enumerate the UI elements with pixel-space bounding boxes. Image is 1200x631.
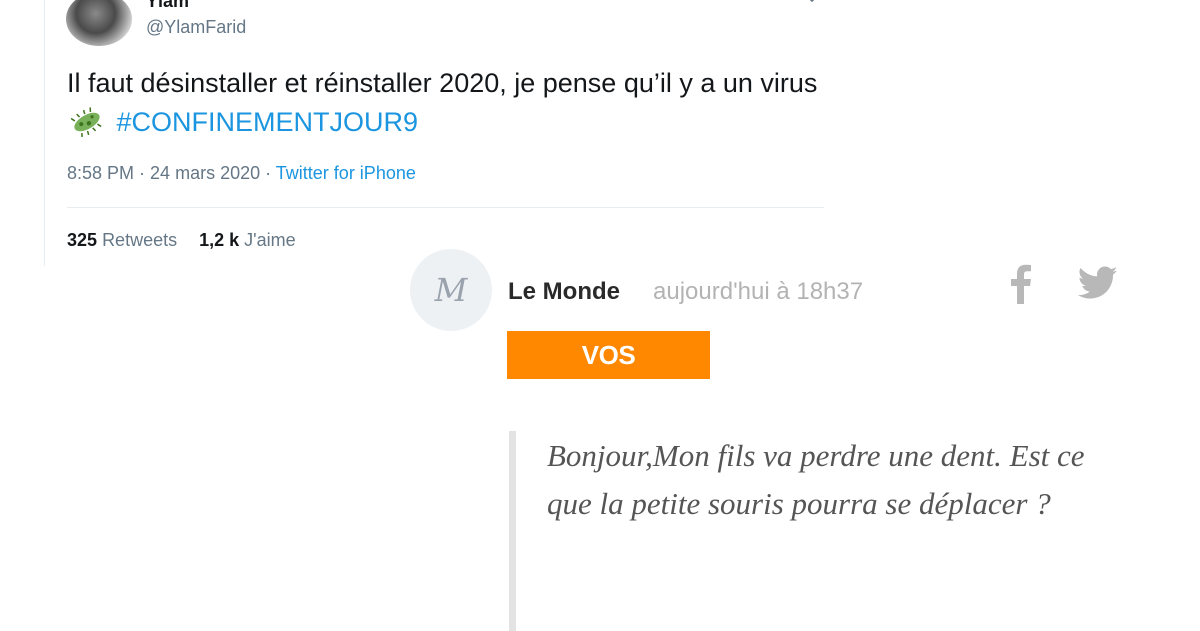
author-name[interactable]: Le Monde bbox=[508, 278, 620, 306]
section-badge[interactable]: VOS QUESTIONS bbox=[507, 331, 710, 418]
retweets-label: Retweets bbox=[102, 230, 178, 250]
lemonde-logo-letter: M bbox=[434, 271, 468, 309]
tweet-text: Il faut désinstaller et réinstaller 2020… bbox=[67, 64, 827, 142]
user-avatar[interactable] bbox=[66, 0, 132, 46]
microbe-icon bbox=[70, 107, 102, 137]
facebook-icon[interactable] bbox=[1006, 264, 1036, 304]
retweets-count: 325 bbox=[67, 230, 98, 250]
twitter-icon[interactable] bbox=[1078, 266, 1118, 300]
card-border bbox=[44, 0, 45, 266]
likes-count: 1,2 k bbox=[199, 230, 240, 250]
tweet-body: Il faut désinstaller et réinstaller 2020… bbox=[67, 68, 818, 98]
tweet-source-link[interactable]: Twitter for iPhone bbox=[276, 163, 416, 183]
display-name[interactable]: Ylam bbox=[146, 0, 189, 12]
tweet-card: Ylam @YlamFarid Il faut désinstaller et … bbox=[0, 0, 826, 266]
divider bbox=[67, 207, 824, 208]
retweets-stat[interactable]: 325 Retweets bbox=[67, 230, 177, 250]
meta-separator: · bbox=[134, 163, 151, 183]
tweet-meta: 8:58 PM · 24 mars 2020 · Twitter for iPh… bbox=[67, 163, 416, 184]
tweet-time[interactable]: 8:58 PM bbox=[67, 163, 134, 183]
likes-label: J'aime bbox=[244, 230, 296, 250]
user-handle[interactable]: @YlamFarid bbox=[146, 17, 246, 38]
meta-separator: · bbox=[260, 163, 276, 183]
chevron-down-icon[interactable] bbox=[806, 0, 818, 4]
tweet-date[interactable]: 24 mars 2020 bbox=[150, 163, 260, 183]
post-timestamp: aujourd'hui à 18h37 bbox=[653, 278, 864, 305]
tweet-stats: 325 Retweets 1,2 k J'aime bbox=[67, 230, 296, 251]
reader-question: Bonjour,Mon fils va perdre une dent. Est… bbox=[547, 438, 1085, 521]
blockquote-bar bbox=[509, 431, 516, 631]
likes-stat[interactable]: 1,2 k J'aime bbox=[199, 230, 296, 250]
hashtag-link[interactable]: #CONFINEMENTJOUR9 bbox=[117, 107, 419, 137]
lemonde-logo-avatar[interactable]: M bbox=[410, 249, 492, 331]
